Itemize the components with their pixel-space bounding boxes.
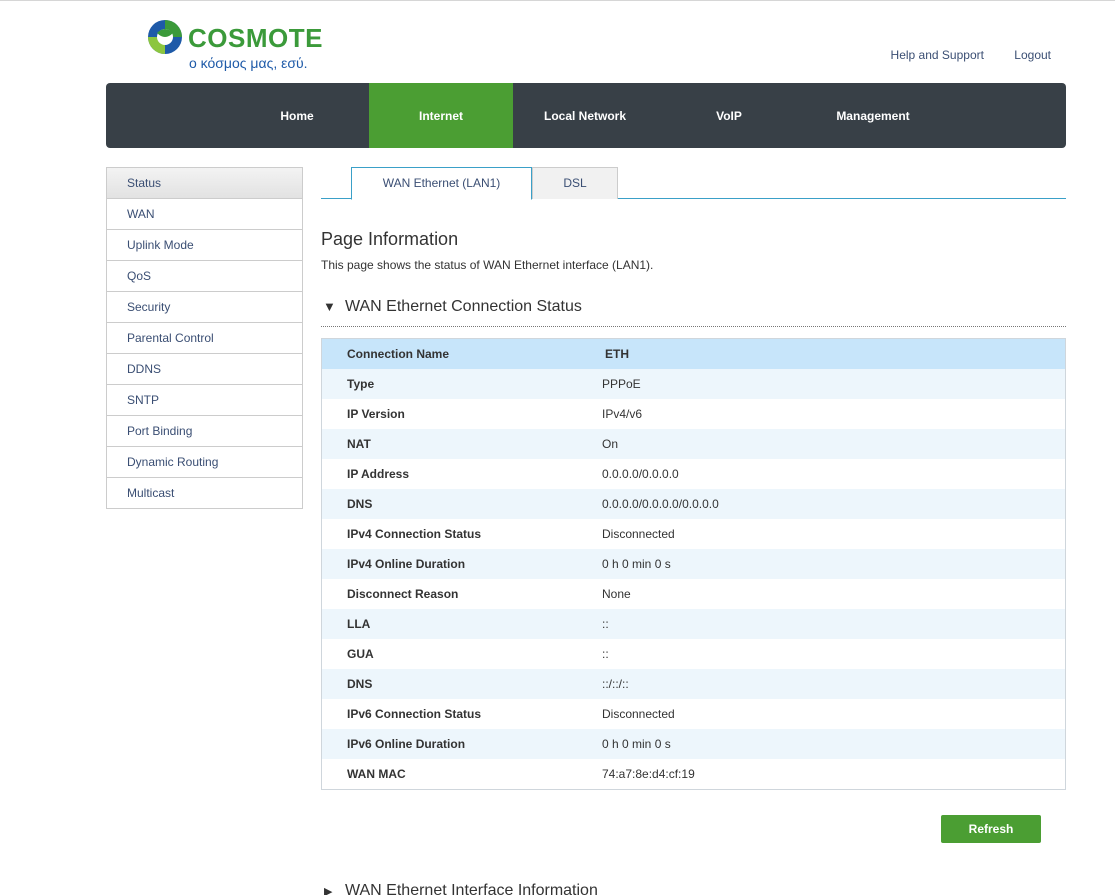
sidebar-item-ddns[interactable]: DDNS xyxy=(107,354,302,385)
sidebar-item-dynamic-routing[interactable]: Dynamic Routing xyxy=(107,447,302,478)
table-row: DNS ::/::/:: xyxy=(322,669,1065,699)
connection-status-table: Connection Name ETH Type PPPoE IP Versio… xyxy=(321,338,1066,790)
table-row: NAT On xyxy=(322,429,1065,459)
row-value: Disconnected xyxy=(602,527,675,541)
table-row: IP Version IPv4/v6 xyxy=(322,399,1065,429)
table-row: IPv4 Connection Status Disconnected xyxy=(322,519,1065,549)
refresh-button[interactable]: Refresh xyxy=(941,815,1041,843)
sidebar-item-sntp[interactable]: SNTP xyxy=(107,385,302,416)
row-label: Disconnect Reason xyxy=(347,587,459,601)
table-row: IPv4 Online Duration 0 h 0 min 0 s xyxy=(322,549,1065,579)
sidebar-item-multicast[interactable]: Multicast xyxy=(107,478,302,509)
row-value: :: xyxy=(602,617,609,631)
row-value: None xyxy=(602,587,631,601)
row-value: IPv4/v6 xyxy=(602,407,643,421)
nav-management[interactable]: Management xyxy=(801,83,945,148)
row-value: 0 h 0 min 0 s xyxy=(602,737,671,751)
brand-name: COSMOTE xyxy=(188,23,323,53)
top-links: Help and Support Logout xyxy=(864,48,1051,62)
table-row: GUA :: xyxy=(322,639,1065,669)
cosmote-logo: COSMOTE ο κόσμος μας, εσύ. xyxy=(147,19,327,74)
sub-tabs: WAN Ethernet (LAN1) DSL xyxy=(321,167,1066,200)
page-title: Page Information xyxy=(321,229,459,249)
table-row: DNS 0.0.0.0/0.0.0.0/0.0.0.0 xyxy=(322,489,1065,519)
table-row: Type PPPoE xyxy=(322,369,1065,399)
sidebar-item-parental-control[interactable]: Parental Control xyxy=(107,323,302,354)
sidebar-item-security[interactable]: Security xyxy=(107,292,302,323)
row-value: On xyxy=(602,437,619,451)
row-label: IPv4 Connection Status xyxy=(347,527,482,541)
help-support-link[interactable]: Help and Support xyxy=(891,48,984,62)
section-title: WAN Ethernet Connection Status xyxy=(345,298,582,315)
row-value: ETH xyxy=(605,347,629,361)
row-label: GUA xyxy=(347,647,374,661)
main-nav: Home Internet Local Network VoIP Managem… xyxy=(106,83,1066,148)
row-value: PPPoE xyxy=(602,377,641,391)
table-row: WAN MAC 74:a7:8e:d4:cf:19 xyxy=(322,759,1065,789)
row-value: 0.0.0.0/0.0.0.0/0.0.0.0 xyxy=(602,497,719,511)
cosmote-logo-icon xyxy=(148,20,182,54)
nav-voip[interactable]: VoIP xyxy=(657,83,801,148)
row-label: DNS xyxy=(347,497,373,511)
nav-internet[interactable]: Internet xyxy=(369,83,513,148)
row-label: IP Version xyxy=(347,407,405,421)
sidebar: Status WAN Uplink Mode QoS Security Pare… xyxy=(106,167,303,509)
row-value: 74:a7:8e:d4:cf:19 xyxy=(602,767,695,781)
nav-home[interactable]: Home xyxy=(225,83,369,148)
brand-tagline: ο κόσμος μας, εσύ. xyxy=(189,55,308,71)
sidebar-item-qos[interactable]: QoS xyxy=(107,261,302,292)
row-label: LLA xyxy=(347,617,371,631)
row-label: IPv6 Online Duration xyxy=(347,737,466,751)
row-label: IPv6 Connection Status xyxy=(347,707,482,721)
row-label: IP Address xyxy=(347,467,410,481)
sidebar-item-status[interactable]: Status xyxy=(107,168,302,199)
table-row: LLA :: xyxy=(322,609,1065,639)
table-row: IPv6 Online Duration 0 h 0 min 0 s xyxy=(322,729,1065,759)
table-row: IPv6 Connection Status Disconnected xyxy=(322,699,1065,729)
sidebar-item-port-binding[interactable]: Port Binding xyxy=(107,416,302,447)
row-value: Disconnected xyxy=(602,707,675,721)
row-value: ::/::/:: xyxy=(602,677,629,691)
section-connection-status-header[interactable]: ▼ WAN Ethernet Connection Status xyxy=(321,298,1066,327)
sidebar-item-wan[interactable]: WAN xyxy=(107,199,302,230)
table-row: IP Address 0.0.0.0/0.0.0.0 xyxy=(322,459,1065,489)
table-header-row: Connection Name ETH xyxy=(322,339,1065,369)
table-row: Disconnect Reason None xyxy=(322,579,1065,609)
logout-link[interactable]: Logout xyxy=(1014,48,1051,62)
row-value: 0 h 0 min 0 s xyxy=(602,557,671,571)
section-interface-info-header[interactable]: ▶ WAN Ethernet Interface Information xyxy=(321,882,598,895)
row-value: :: xyxy=(602,647,609,661)
triangle-down-icon: ▼ xyxy=(323,299,336,314)
tab-dsl[interactable]: DSL xyxy=(532,167,618,199)
sidebar-item-uplink-mode[interactable]: Uplink Mode xyxy=(107,230,302,261)
row-label: Connection Name xyxy=(347,347,450,361)
triangle-right-icon: ▶ xyxy=(324,886,333,895)
section-title: WAN Ethernet Interface Information xyxy=(345,882,598,895)
row-label: NAT xyxy=(347,437,371,451)
nav-local-network[interactable]: Local Network xyxy=(513,83,657,148)
row-label: DNS xyxy=(347,677,373,691)
row-label: WAN MAC xyxy=(347,767,406,781)
tab-wan-ethernet[interactable]: WAN Ethernet (LAN1) xyxy=(351,167,532,200)
row-label: IPv4 Online Duration xyxy=(347,557,466,571)
page-description: This page shows the status of WAN Ethern… xyxy=(321,258,654,272)
row-value: 0.0.0.0/0.0.0.0 xyxy=(602,467,679,481)
row-label: Type xyxy=(347,377,375,391)
